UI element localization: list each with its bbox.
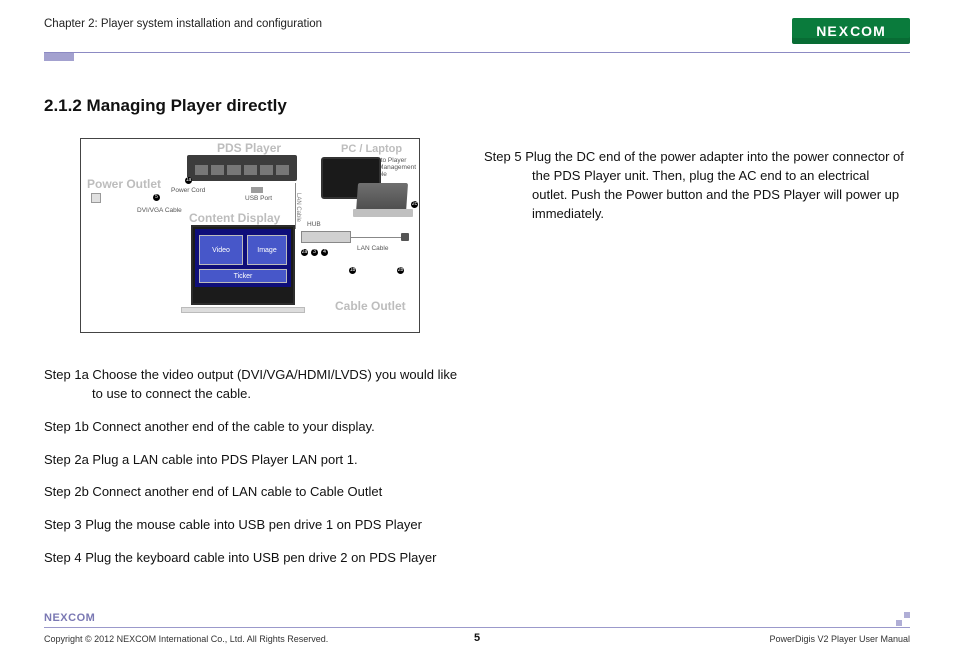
pds-player-ports-icon (195, 165, 289, 175)
footer-logo-pre: NE (44, 612, 60, 624)
callout-dot: 2c (411, 201, 418, 208)
steps-left-column: Step 1a Choose the video output (DVI/VGA… (44, 366, 464, 582)
logo-x-icon: X (838, 23, 850, 39)
tile-ticker: Ticker (199, 269, 287, 283)
logo-pre: NE (816, 23, 837, 39)
step-2a: Step 2a Plug a LAN cable into PDS Player… (44, 451, 464, 470)
footer-rule (44, 627, 910, 628)
tile-video: Video (199, 235, 243, 265)
step-1a: Step 1a Choose the video output (DVI/VGA… (44, 366, 464, 404)
small-dvi-vga: DVI/VGA Cable (137, 207, 182, 214)
label-power-outlet: Power Outlet (87, 177, 161, 191)
callout-dot: 3 (311, 249, 318, 256)
cable-outlet-icon (401, 233, 409, 241)
step-5: Step 5 Plug the DC end of the power adap… (484, 148, 904, 223)
small-hub: HUB (307, 221, 321, 228)
step-3: Step 3 Plug the mouse cable into USB pen… (44, 516, 464, 535)
logo-post: COM (850, 23, 886, 39)
header-rule (44, 52, 910, 53)
label-content-display: Content Display (189, 211, 280, 225)
step-4: Step 4 Plug the keyboard cable into USB … (44, 549, 464, 568)
power-outlet-icon (91, 193, 101, 203)
lan-cable-line-icon (351, 237, 401, 238)
callout-dot: 1a (185, 177, 192, 184)
step-1b: Step 1b Connect another end of the cable… (44, 418, 464, 437)
footer-manual-title: PowerDigis V2 Player User Manual (769, 634, 910, 644)
footer-logo-x-icon: X (60, 612, 68, 624)
step-2b: Step 2b Connect another end of LAN cable… (44, 483, 464, 502)
callout-dot: 2a (301, 249, 308, 256)
callout-dot: 5 (153, 194, 160, 201)
connection-diagram: PDS Player PC / Laptop Power Outlet Cont… (80, 138, 420, 333)
display-stand-icon (181, 307, 305, 313)
steps-right-column: Step 5 Plug the DC end of the power adap… (484, 148, 904, 223)
label-cable-outlet: Cable Outlet (335, 299, 406, 313)
usb-port-icon (251, 187, 263, 193)
hub-icon (301, 231, 351, 243)
label-pc-laptop: PC / Laptop (341, 143, 402, 155)
callout-dot: 1b (349, 267, 356, 274)
tile-image: Image (247, 235, 287, 265)
small-power-cord: Power Cord (171, 187, 205, 194)
nexcom-logo: NEXCOM (792, 18, 910, 44)
logo-text: NEXCOM (816, 23, 885, 39)
laptop-base-icon (353, 209, 413, 217)
section-heading: 2.1.2 Managing Player directly (44, 96, 287, 116)
footer-logo-post: COM (68, 612, 95, 624)
chapter-title: Chapter 2: Player system installation an… (44, 18, 322, 30)
label-pds-player: PDS Player (217, 141, 281, 155)
callout-dot: 2b (397, 267, 404, 274)
small-usb-port: USB Port (245, 195, 272, 202)
page: Chapter 2: Player system installation an… (0, 0, 954, 672)
footer-decor-icon (896, 612, 910, 626)
footer-logo: NEXCOM (44, 612, 95, 624)
header-tab-decor (44, 53, 74, 61)
callout-dot: 4 (321, 249, 328, 256)
small-lan-cable: LAN Cable (357, 245, 388, 252)
lan-line-icon (295, 183, 296, 229)
